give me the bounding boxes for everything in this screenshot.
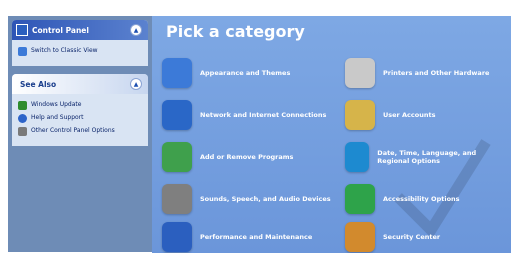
link-label: Help and Support — [31, 114, 84, 121]
left-sidebar: Control Panel ▲ Switch to Classic View S… — [8, 16, 152, 252]
switch-to-classic-view-link[interactable]: Switch to Classic View — [18, 47, 142, 56]
collapse-icon[interactable]: ▲ — [130, 78, 142, 90]
category-label: User Accounts — [383, 111, 436, 119]
panel-title: Control Panel — [32, 25, 89, 35]
category-add-or-remove-programs[interactable]: Add or Remove Programs — [162, 142, 293, 172]
appearance-icon — [162, 58, 192, 88]
datetime-icon — [345, 142, 370, 172]
main-category-area: Pick a category Appearance and Themes Ne… — [152, 16, 511, 253]
programs-icon — [162, 142, 192, 172]
switch-icon — [18, 47, 27, 56]
category-label: Date, Time, Language, and Regional Optio… — [377, 149, 477, 165]
category-label: Performance and Maintenance — [200, 233, 313, 241]
category-label: Add or Remove Programs — [200, 153, 294, 161]
accessibility-icon — [345, 184, 375, 214]
see-also-panel: See Also ▲ Windows Update Help and Suppo… — [12, 74, 148, 146]
page-title: Pick a category — [166, 22, 305, 41]
link-label: Windows Update — [31, 101, 82, 108]
see-also-panel-header[interactable]: See Also ▲ — [12, 74, 148, 94]
category-date-time-language-regional-options[interactable]: Date, Time, Language, and Regional Optio… — [345, 142, 510, 172]
help-and-support-link[interactable]: Help and Support — [18, 114, 142, 123]
help-icon — [18, 114, 27, 123]
link-label: Switch to Classic View — [31, 47, 98, 54]
category-sounds-speech-audio-devices[interactable]: Sounds, Speech, and Audio Devices — [162, 184, 331, 214]
windows-update-icon — [18, 101, 27, 110]
control-panel-panel: Control Panel ▲ Switch to Classic View — [12, 20, 148, 66]
category-label: Network and Internet Connections — [200, 111, 327, 119]
printer-icon — [345, 58, 375, 88]
users-icon — [345, 100, 375, 130]
category-network-and-internet-connections[interactable]: Network and Internet Connections — [162, 100, 326, 130]
collapse-icon[interactable]: ▲ — [130, 24, 142, 36]
other-control-panel-options-link[interactable]: Other Control Panel Options — [18, 127, 142, 136]
category-label: Printers and Other Hardware — [383, 69, 490, 77]
link-label: Other Control Panel Options — [31, 127, 115, 134]
category-label: Accessibility Options — [383, 195, 460, 203]
category-label: Appearance and Themes — [200, 69, 291, 77]
category-label: Sounds, Speech, and Audio Devices — [200, 195, 331, 203]
network-icon — [162, 100, 192, 130]
category-accessibility-options[interactable]: Accessibility Options — [345, 184, 460, 214]
windows-update-link[interactable]: Windows Update — [18, 101, 142, 110]
category-performance-and-maintenance[interactable]: Performance and Maintenance — [162, 222, 312, 252]
category-appearance-and-themes[interactable]: Appearance and Themes — [162, 58, 290, 88]
control-panel-icon — [16, 24, 28, 36]
category-label: Security Center — [383, 233, 441, 241]
panel-title: See Also — [20, 79, 57, 89]
category-security-center[interactable]: Security Center — [345, 222, 440, 252]
sound-icon — [162, 184, 192, 214]
security-icon — [345, 222, 375, 252]
category-printers-and-other-hardware[interactable]: Printers and Other Hardware — [345, 58, 489, 88]
category-user-accounts[interactable]: User Accounts — [345, 100, 435, 130]
options-icon — [18, 127, 27, 136]
control-panel-panel-header[interactable]: Control Panel ▲ — [12, 20, 148, 40]
performance-icon — [162, 222, 192, 252]
